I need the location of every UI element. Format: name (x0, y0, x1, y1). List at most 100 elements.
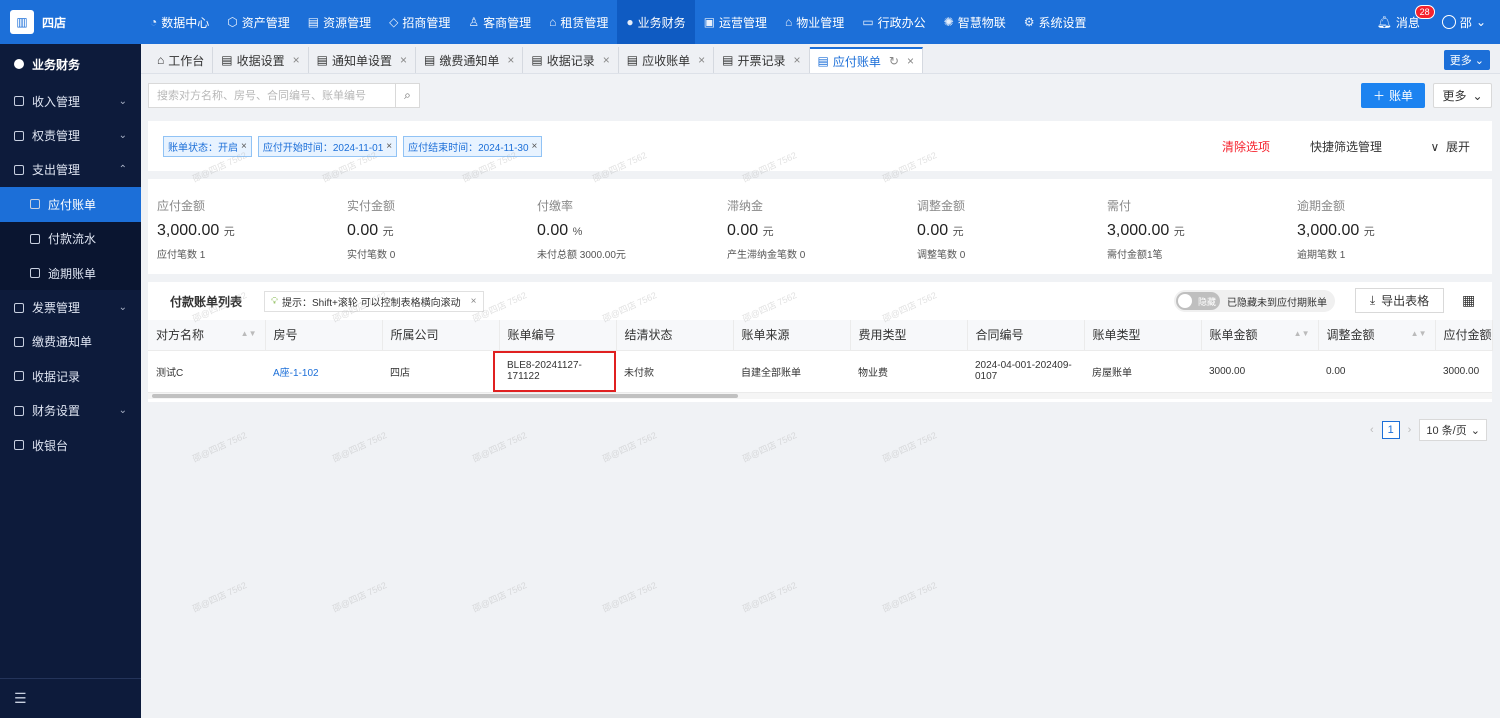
column-header[interactable]: 对方名称 ▲▼ (148, 320, 266, 351)
sort-icon[interactable]: ▲▼ (1411, 329, 1427, 338)
add-bill-button[interactable]: ＋ 账单 (1361, 83, 1425, 108)
tab-2[interactable]: ▤ 通知单设置 × (309, 47, 417, 73)
topnav-item-11[interactable]: ⚙ 系统设置 (1015, 0, 1096, 44)
refresh-icon[interactable]: ↻ (889, 54, 899, 68)
topnav-item-4[interactable]: ♙ 客商管理 (459, 0, 540, 44)
page-number[interactable]: 1 (1381, 421, 1400, 439)
topnav-item-8[interactable]: ⌂ 物业管理 (776, 0, 853, 44)
close-icon[interactable]: × (386, 141, 392, 152)
stat-value: 0.00 (917, 222, 949, 239)
topnav-item-7[interactable]: ▣ 运营管理 (695, 0, 776, 44)
column-header[interactable]: 结清状态 (616, 320, 734, 351)
menu-item-icon (30, 268, 40, 279)
column-header[interactable]: 所属公司 (382, 320, 500, 351)
brand[interactable]: ▥ 四店 (0, 0, 141, 44)
column-settings-icon[interactable]: ▦ (1462, 292, 1475, 309)
tab-7[interactable]: ▤ 应付账单 ↻ × (809, 47, 923, 73)
column-header[interactable]: 费用类型 (850, 320, 968, 351)
sidebar-item-3[interactable]: 应付账单 (0, 187, 141, 222)
more-actions-button[interactable]: 更多 ⌄ (1433, 83, 1492, 108)
table-cell: 自建全部账单 (733, 350, 850, 393)
tab-label: 应收账单 (642, 53, 691, 68)
close-icon[interactable]: × (532, 141, 538, 152)
sidebar-item-0[interactable]: 收入管理 ⌄ (0, 84, 141, 118)
sort-icon[interactable]: ▲▼ (241, 329, 257, 338)
tab-1[interactable]: ▤ 收据设置 × (213, 47, 309, 73)
next-page-icon[interactable]: › (1408, 424, 1412, 436)
sidebar-item-10[interactable]: 收银台 (0, 428, 141, 462)
column-header[interactable]: 账单类型 (1084, 320, 1202, 351)
close-icon[interactable]: × (698, 53, 705, 67)
topnav-item-6[interactable]: ● 业务财务 (617, 0, 695, 44)
stat-value: 0.00 (537, 222, 569, 239)
close-icon[interactable]: × (400, 53, 407, 67)
quick-filter-manage-link[interactable]: 快捷筛选管理 (1310, 138, 1382, 155)
search-icon[interactable]: ⌕ (395, 84, 419, 107)
filter-chip: 应付开始时间：2024-11-01 × (257, 135, 398, 157)
column-header[interactable]: 账单来源 (733, 320, 851, 351)
sidebar-item-5[interactable]: 逾期账单 (0, 255, 141, 291)
horizontal-scrollbar[interactable] (148, 392, 1492, 399)
building-icon: ▤ (307, 15, 320, 29)
column-header[interactable]: 账单金额 ▲▼ (1201, 320, 1319, 351)
tabs-more-button[interactable]: 更多 ⌄ (1443, 50, 1490, 70)
sidebar-item-6[interactable]: 发票管理 ⌄ (0, 290, 141, 324)
cell-value: 四店 (390, 367, 410, 379)
column-header[interactable]: 合同编号 (967, 320, 1085, 351)
menu-item-icon (14, 440, 24, 451)
topnav-item-2[interactable]: ▤ 资源管理 (299, 0, 380, 44)
export-table-button[interactable]: ⤓ 导出表格 (1355, 288, 1444, 313)
sidebar-item-9[interactable]: 财务设置 ⌄ (0, 394, 141, 428)
sort-icon[interactable]: ▲▼ (1294, 329, 1310, 338)
tab-6[interactable]: ▤ 开票记录 × (714, 47, 810, 73)
collapse-menu-icon[interactable]: ☰ (0, 678, 141, 718)
sidebar-item-4[interactable]: 付款流水 (0, 221, 141, 256)
topnav-item-10[interactable]: ✺ 智慧物联 (935, 0, 1015, 44)
topnav-item-1[interactable]: ⬡ 资产管理 (218, 0, 299, 44)
column-header[interactable]: 房号 (265, 320, 383, 351)
tabs-more-label: 更多 (1449, 55, 1472, 67)
hide-not-due-toggle[interactable]: 隐藏 (1176, 292, 1220, 310)
sidebar-item-label: 财务设置 (32, 404, 81, 419)
clear-filters-link[interactable]: 清除选项 (1222, 138, 1270, 155)
sidebar-item-8[interactable]: 收据记录 (0, 359, 141, 393)
expand-filters-toggle[interactable]: ∨ 展开 (1431, 138, 1470, 155)
topnav-item-9[interactable]: ▭ 行政办公 (853, 0, 934, 44)
close-icon[interactable]: × (293, 53, 300, 67)
table-row[interactable]: 测试C A座-1-102 四店 BLE8-20241127-171122 未付款 自建全部… (148, 350, 1492, 393)
close-icon[interactable]: × (603, 53, 610, 67)
stat-label: 需付 (1107, 199, 1132, 213)
tab-4[interactable]: ▤ 收据记录 × (523, 47, 619, 73)
topnav-item-0[interactable]: ◔ 数据中心 (141, 0, 218, 44)
column-header[interactable]: 调整金额 ▲▼ (1318, 320, 1436, 351)
tab-5[interactable]: ▤ 应收账单 × (619, 47, 715, 73)
close-icon[interactable]: × (507, 53, 514, 67)
sidebar-item-2[interactable]: 支出管理 ⌃ (0, 153, 141, 187)
table-cell[interactable]: A座-1-102 (265, 350, 382, 393)
topnav-label: 运营管理 (719, 15, 768, 30)
tab-3[interactable]: ▤ 缴费通知单 × (416, 47, 524, 73)
close-icon[interactable]: × (241, 141, 247, 152)
column-header[interactable]: 应付金额 (1435, 320, 1493, 351)
tab-0[interactable]: ⌂ 工作台 (149, 47, 214, 73)
document-icon: ▣ (703, 15, 716, 29)
search-input[interactable] (149, 84, 395, 107)
close-icon[interactable]: × (907, 54, 914, 68)
messages-button[interactable]: 🔔︎ 消息 28 (1377, 4, 1435, 31)
sidebar-item-7[interactable]: 缴费通知单 (0, 325, 141, 359)
close-icon[interactable]: × (794, 53, 801, 67)
stat-value-row: 0.00 % (537, 222, 718, 240)
column-header-label: 对方名称 (156, 328, 205, 343)
close-icon[interactable]: × (471, 296, 477, 307)
stat-value: 3,000.00 (1107, 222, 1170, 239)
user-menu[interactable]: 邵 ⌄ (1441, 14, 1486, 31)
prev-page-icon[interactable]: ‹ (1370, 424, 1374, 436)
page-size-select[interactable]: 10 条/页 ⌄ (1419, 419, 1487, 441)
topnav-item-3[interactable]: ◇ 招商管理 (380, 0, 459, 44)
sidebar-item-1[interactable]: 权责管理 ⌄ (0, 118, 141, 152)
menu-item-icon (14, 130, 24, 141)
tab-page-icon: ⌂ (157, 53, 165, 67)
topnav-item-5[interactable]: ⌂ 租赁管理 (540, 0, 617, 44)
topnav-label: 招商管理 (402, 15, 451, 30)
column-header[interactable]: 账单编号 (499, 320, 617, 351)
